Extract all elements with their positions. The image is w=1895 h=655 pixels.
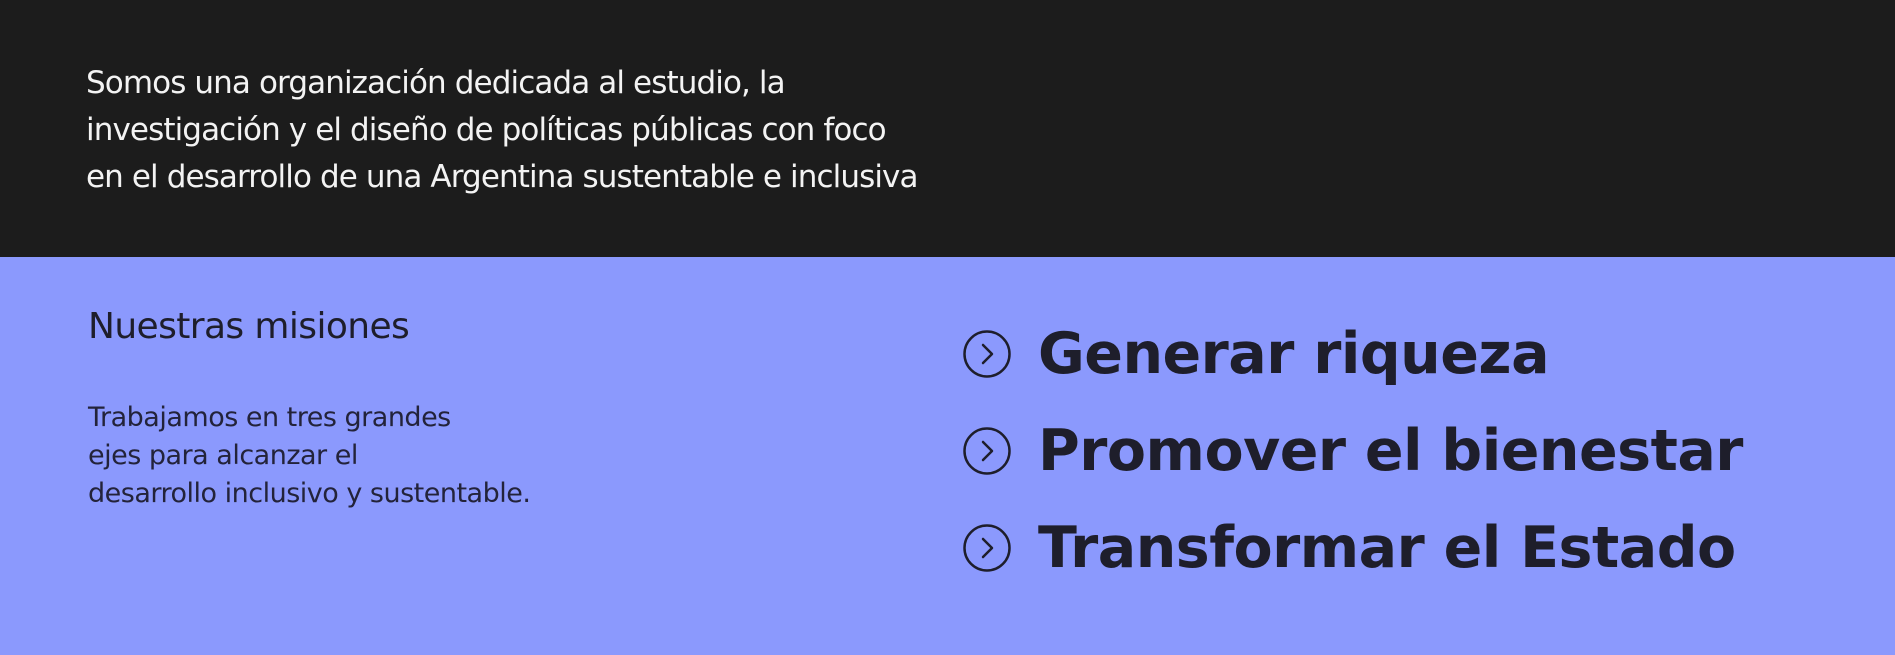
intro-line: en el desarrollo de una Argentina susten… — [86, 159, 919, 195]
mission-label: Generar riqueza — [1038, 320, 1550, 387]
description-line: ejes para alcanzar el — [88, 440, 358, 471]
circle-chevron-right-icon — [962, 329, 1012, 379]
intro-line: investigación y el diseño de políticas p… — [86, 112, 887, 148]
missions-section: Nuestras misiones Trabajamos en tres gra… — [0, 257, 1895, 655]
circle-chevron-right-icon — [962, 426, 1012, 476]
missions-title: Nuestras misiones — [88, 306, 410, 347]
intro-section: Somos una organización dedicada al estud… — [0, 0, 1895, 257]
circle-chevron-right-icon — [962, 523, 1012, 573]
mission-label: Promover el bienestar — [1038, 417, 1743, 484]
mission-link-promover-el-bienestar[interactable]: Promover el bienestar — [962, 402, 1743, 499]
missions-description: Trabajamos en tres grandes ejes para alca… — [88, 399, 608, 513]
mission-label: Transformar el Estado — [1038, 514, 1736, 581]
mission-list: Generar riqueza Promover el bienestar Tr… — [962, 305, 1743, 596]
intro-text: Somos una organización dedicada al estud… — [86, 60, 986, 201]
intro-line: Somos una organización dedicada al estud… — [86, 65, 786, 101]
mission-link-transformar-el-estado[interactable]: Transformar el Estado — [962, 499, 1743, 596]
description-line: desarrollo inclusivo y sustentable. — [88, 478, 531, 509]
mission-link-generar-riqueza[interactable]: Generar riqueza — [962, 305, 1743, 402]
description-line: Trabajamos en tres grandes — [88, 402, 451, 433]
